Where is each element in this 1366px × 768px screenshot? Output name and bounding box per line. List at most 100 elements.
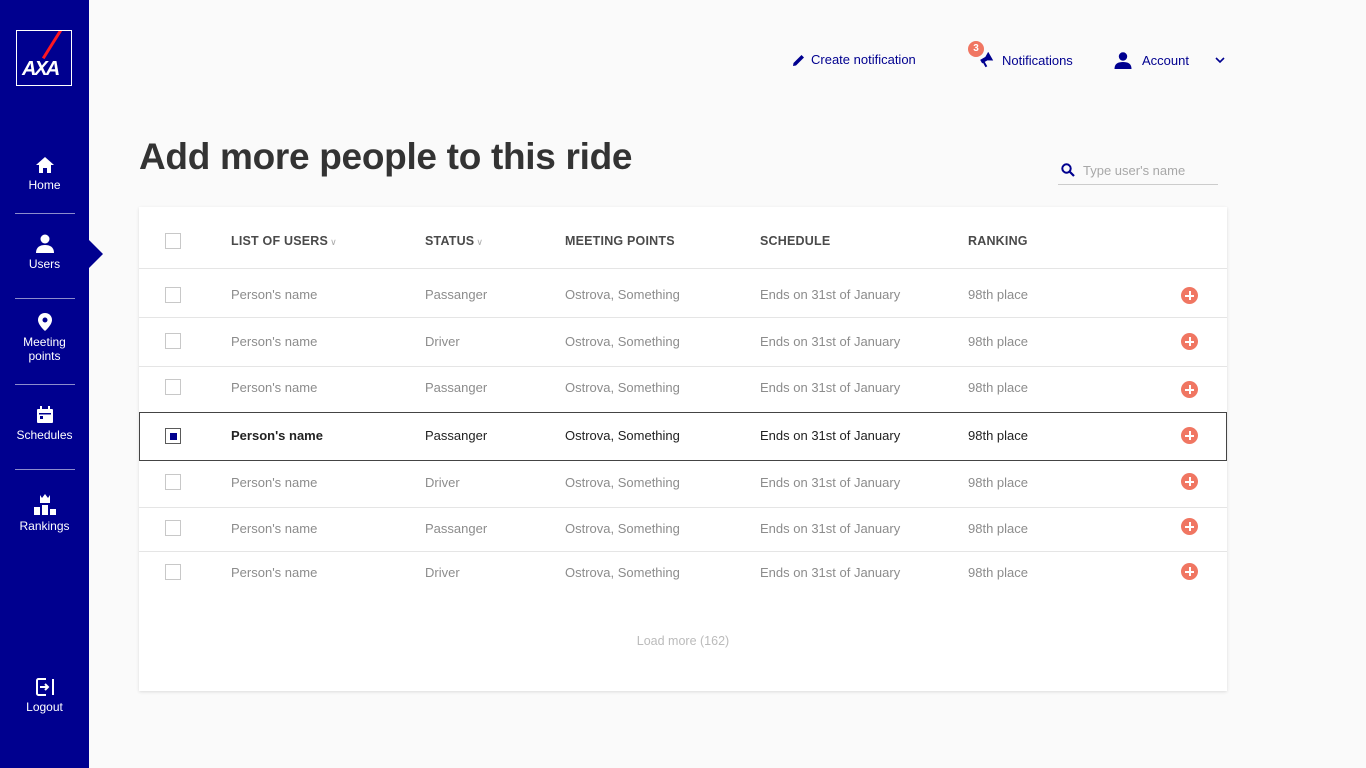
user-status: Driver (425, 475, 460, 490)
meeting-point: Ostrova, Something (565, 334, 680, 349)
ranking: 98th place (968, 475, 1028, 490)
column-header-label: LIST OF USERS (231, 234, 329, 248)
search-input[interactable] (1083, 162, 1213, 178)
user-name: Person's name (231, 380, 318, 395)
schedule: Ends on 31st of January (760, 475, 901, 490)
table-row[interactable]: Person's name Driver Ostrova, Something … (139, 552, 1227, 596)
user-name: Person's name (231, 565, 318, 580)
sidebar-item-label: Home (28, 178, 61, 192)
column-header-meeting-points: MEETING POINTS (565, 234, 675, 248)
home-icon (35, 157, 54, 173)
row-checkbox[interactable] (165, 287, 181, 303)
user-status: Passanger (425, 380, 488, 395)
add-user-icon[interactable] (1181, 563, 1198, 580)
ranking: 98th place (968, 334, 1028, 349)
create-notification-label: Create notification (811, 52, 916, 67)
chevron-down-icon (1215, 57, 1225, 64)
table-row[interactable]: Person's name Passanger Ostrova, Somethi… (139, 508, 1227, 552)
user-name: Person's name (231, 428, 323, 443)
load-more-button[interactable]: Load more (162) (139, 634, 1227, 648)
sidebar-item-label: Logout (26, 700, 63, 714)
user-name: Person's name (231, 521, 318, 536)
column-header-label: STATUS (425, 234, 475, 248)
logout-icon (35, 678, 54, 696)
logout-button[interactable]: Logout (0, 678, 89, 714)
column-header-ranking: RANKING (968, 234, 1028, 248)
schedule: Ends on 31st of January (760, 380, 901, 395)
schedule: Ends on 31st of January (760, 428, 901, 443)
row-checkbox[interactable] (165, 379, 181, 395)
ranking: 98th place (968, 428, 1028, 443)
column-header-schedule: SCHEDULE (760, 234, 831, 248)
meeting-point: Ostrova, Something (565, 521, 680, 536)
search-icon (1061, 163, 1075, 177)
user-icon (35, 234, 54, 253)
meeting-point: Ostrova, Something (565, 565, 680, 580)
ranking: 98th place (968, 521, 1028, 536)
sort-chevron-icon: ∨ (476, 237, 484, 247)
sidebar-item-home[interactable]: Home (0, 156, 89, 192)
user-status: Driver (425, 565, 460, 580)
add-user-icon[interactable] (1181, 381, 1198, 398)
schedule: Ends on 31st of January (760, 287, 901, 302)
table-row[interactable]: Person's name Driver Ostrova, Something … (139, 461, 1227, 508)
calendar-icon (36, 406, 53, 423)
logo-text: AXA (22, 58, 60, 80)
table-row[interactable]: Person's name Passanger Ostrova, Somethi… (139, 269, 1227, 318)
account-menu[interactable]: Account (1114, 52, 1225, 69)
notifications-label: Notifications (1002, 52, 1073, 68)
nav-divider (15, 213, 75, 214)
row-checkbox[interactable] (165, 564, 181, 580)
row-checkbox[interactable] (165, 474, 181, 490)
bell-icon (980, 52, 994, 68)
user-status: Passanger (425, 521, 488, 536)
users-table: LIST OF USERS ∨ STATUS ∨ MEETING POINTS SC… (139, 207, 1227, 691)
meeting-point: Ostrova, Something (565, 287, 680, 302)
add-user-icon[interactable] (1181, 473, 1198, 490)
add-user-icon[interactable] (1181, 427, 1198, 444)
row-checkbox[interactable] (165, 333, 181, 349)
sidebar-item-rankings[interactable]: Rankings (0, 493, 89, 533)
user-name: Person's name (231, 287, 318, 302)
schedule: Ends on 31st of January (760, 565, 901, 580)
add-user-icon[interactable] (1181, 518, 1198, 535)
schedule: Ends on 31st of January (760, 521, 901, 536)
meeting-point: Ostrova, Something (565, 428, 680, 443)
sidebar-item-label: Meeting points (23, 335, 66, 363)
create-notification-link[interactable]: Create notification (793, 52, 916, 67)
sort-chevron-icon: ∨ (330, 237, 337, 247)
add-user-icon[interactable] (1181, 333, 1198, 350)
sidebar-item-schedules[interactable]: Schedules (0, 406, 89, 442)
row-checkbox[interactable] (165, 520, 181, 536)
axa-logo[interactable]: AXA (16, 30, 72, 86)
sidebar-item-label: Users (28, 257, 61, 271)
ranking: 98th place (968, 287, 1028, 302)
location-pin-icon (37, 313, 52, 331)
sidebar-item-label: Schedules (16, 428, 73, 442)
active-nav-indicator (89, 240, 103, 268)
table-row-selected[interactable]: Person's name Passanger Ostrova, Somethi… (139, 412, 1227, 461)
user-search[interactable] (1058, 156, 1218, 185)
table-row[interactable]: Person's name Passanger Ostrova, Somethi… (139, 367, 1227, 412)
table-header: LIST OF USERS ∨ STATUS ∨ MEETING POINTS SC… (139, 207, 1227, 269)
column-header-users[interactable]: LIST OF USERS ∨ (231, 234, 337, 248)
table-row[interactable]: Person's name Driver Ostrova, Something … (139, 318, 1227, 367)
sidebar: AXA Home Users Meeting points Schedules … (0, 0, 89, 768)
nav-divider (15, 469, 75, 470)
column-header-status[interactable]: STATUS ∨ (425, 234, 483, 248)
nav-divider (15, 384, 75, 385)
notifications-link[interactable]: Notifications (978, 52, 1073, 68)
rankings-icon (33, 494, 56, 515)
pencil-icon (793, 54, 804, 66)
sidebar-item-meeting-points[interactable]: Meeting points (0, 313, 89, 363)
select-all-checkbox[interactable] (165, 233, 181, 249)
user-status: Passanger (425, 287, 488, 302)
user-name: Person's name (231, 334, 318, 349)
meeting-point: Ostrova, Something (565, 380, 680, 395)
account-label: Account (1142, 53, 1189, 68)
user-name: Person's name (231, 475, 318, 490)
row-checkbox-checked[interactable] (165, 428, 181, 444)
sidebar-item-users[interactable]: Users (0, 234, 89, 271)
logo-slash (41, 31, 65, 59)
add-user-icon[interactable] (1181, 287, 1198, 304)
